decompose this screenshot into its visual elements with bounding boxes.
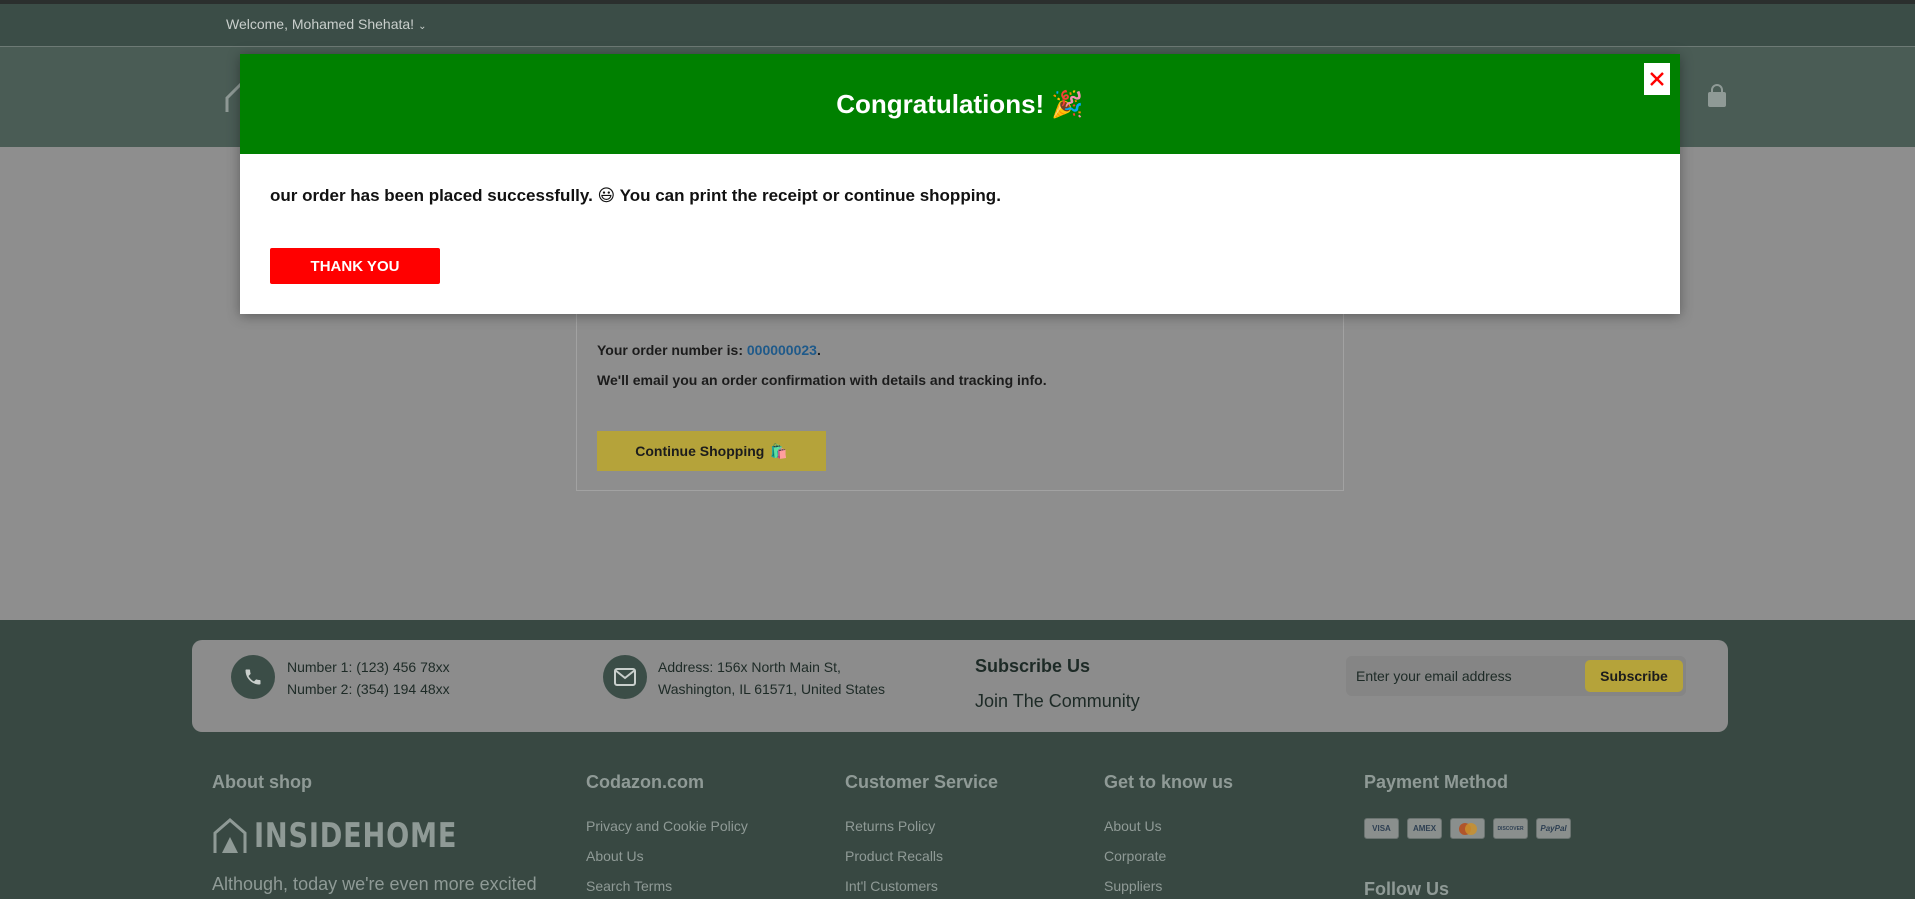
close-icon [1650,72,1664,86]
about-shop-title: About shop [212,772,312,792]
footer-link-search-terms[interactable]: Search Terms [586,878,672,894]
modal-header: Congratulations! 🎉 [240,54,1680,154]
phone-number-1: Number 1: (123) 456 78xx [287,659,450,675]
footer-link-corporate[interactable]: Corporate [1104,848,1166,864]
welcome-text: Welcome, Mohamed Shehata! [226,16,415,32]
shopping-bag-icon[interactable] [1706,84,1728,108]
get-to-know-title: Get to know us [1104,772,1234,792]
payment-icons: VISA AMEX DISCOVER PayPal [1364,818,1571,839]
paypal-icon: PayPal [1536,818,1571,839]
codazon-title: Codazon.com [586,772,705,792]
subscribe-button[interactable]: Subscribe [1585,660,1683,692]
continue-shopping-label: Continue Shopping [635,443,765,459]
order-number-link[interactable]: 000000023 [747,342,817,358]
about-shop-text: Although, today we're even more excited [212,874,537,894]
footer-link-returns[interactable]: Returns Policy [845,818,935,834]
email-confirmation-note: We'll email you an order confirmation wi… [597,372,1047,388]
amex-icon: AMEX [1407,818,1442,839]
order-number-label: Your order number is: [597,342,747,358]
order-number-suffix: . [816,342,821,358]
phone-number-2: Number 2: (354) 194 48xx [287,681,450,697]
order-success-card: Your order number is: 000000023. We'll e… [576,300,1344,491]
footer-link-about-us[interactable]: About Us [586,848,644,864]
visa-icon: VISA [1364,818,1399,839]
footer-link-recalls[interactable]: Product Recalls [845,848,943,864]
payment-method-title: Payment Method [1364,772,1509,792]
subscribe-title: Subscribe Us [975,656,1091,676]
modal-title: Congratulations! 🎉 [836,88,1084,119]
footer-link-privacy[interactable]: Privacy and Cookie Policy [586,818,748,834]
subscribe-subtitle: Join The Community [975,691,1140,711]
phone-numbers: Number 1: (123) 456 78xx Number 2: (354)… [287,656,450,700]
brand-name: INSIDEHOME [254,816,458,856]
shopping-bags-icon: 🛍️ [770,442,788,459]
order-success-modal: Congratulations! 🎉 our order has been pl… [240,54,1680,314]
discover-icon: DISCOVER [1493,818,1528,839]
footer-link-suppliers[interactable]: Suppliers [1104,878,1162,894]
newsletter-email-input[interactable] [1356,666,1576,686]
welcome-dropdown[interactable]: Welcome, Mohamed Shehata! ⌄ [226,16,426,32]
chevron-down-icon: ⌄ [418,21,427,32]
mastercard-icon [1450,818,1485,839]
footer-link-intl-customers[interactable]: Int'l Customers [845,878,938,894]
address-line-1: Address: 156x North Main St, [658,659,841,675]
phone-icon [231,655,275,699]
address-line-2: Washington, IL 61571, United States [658,681,885,697]
order-number-line: Your order number is: 000000023. [597,342,821,358]
thank-you-button[interactable]: THANK YOU [270,248,440,284]
customer-service-title: Customer Service [845,772,999,792]
close-modal-button[interactable] [1644,63,1670,95]
footer-brand-logo[interactable]: INSIDEHOME [212,816,508,856]
mail-icon [603,655,647,699]
follow-us-title: Follow Us [1364,879,1449,899]
continue-shopping-button[interactable]: Continue Shopping 🛍️ [597,431,826,471]
footer-link-about[interactable]: About Us [1104,818,1162,834]
top-bar: Welcome, Mohamed Shehata! ⌄ [0,0,1915,47]
store-address: Address: 156x North Main St, Washington,… [658,656,885,700]
modal-message: our order has been placed successfully. … [270,186,1001,205]
house-logo-icon [213,818,247,853]
